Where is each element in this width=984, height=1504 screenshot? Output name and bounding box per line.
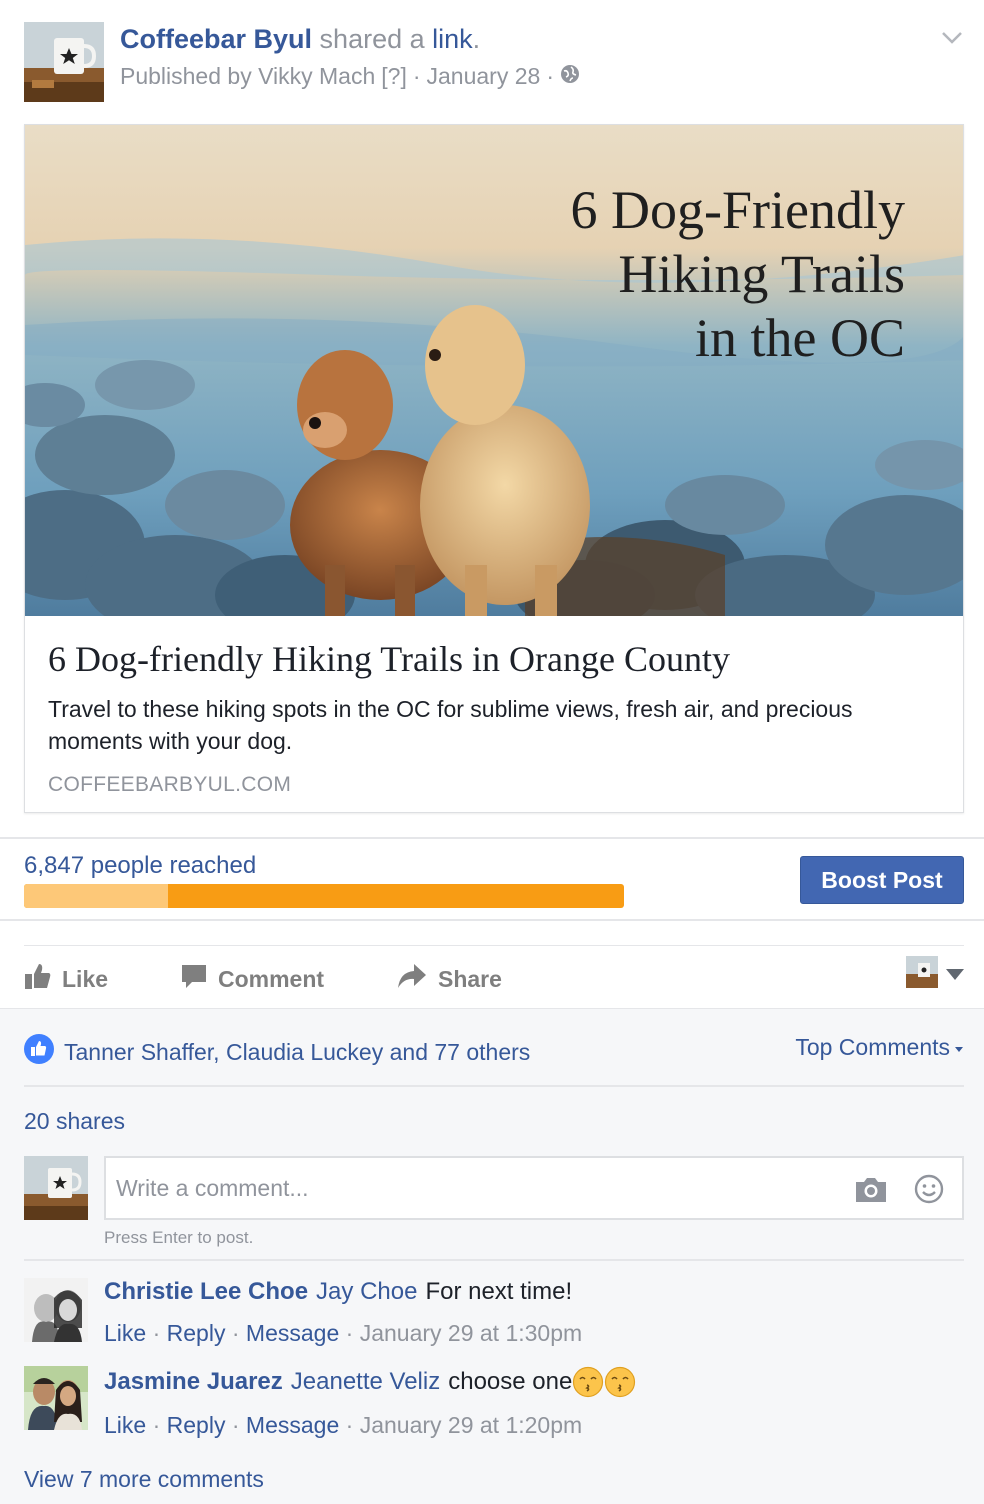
divider <box>0 919 984 921</box>
link-preview-card[interactable]: 6 Dog-Friendly Hiking Trails in the OC 6… <box>24 124 964 813</box>
caret-down-icon[interactable] <box>946 968 964 980</box>
share-label: Share <box>438 965 502 992</box>
comment-tagged-user[interactable]: Jay Choe <box>316 1278 417 1306</box>
meta-dot: · <box>412 63 421 89</box>
comment-author[interactable]: Christie Lee Choe <box>104 1278 308 1306</box>
comment-like-link[interactable]: Like <box>104 1412 146 1438</box>
chevron-down-icon[interactable] <box>940 30 964 46</box>
posting-as-avatar[interactable] <box>906 956 938 988</box>
divider <box>0 837 984 839</box>
shares-count-link[interactable]: 20 shares <box>24 1108 125 1135</box>
like-button[interactable]: Like <box>24 962 108 996</box>
comment-button[interactable]: Comment <box>180 962 324 996</box>
link-preview-image[interactable]: 6 Dog-Friendly Hiking Trails in the OC <box>25 125 963 616</box>
likers-text: Tanner Shaffer, Claudia Luckey and 77 ot… <box>64 1038 531 1065</box>
page-avatar[interactable] <box>24 22 104 102</box>
reactions-summary[interactable]: Tanner Shaffer, Claudia Luckey and 77 ot… <box>24 1034 530 1070</box>
published-by: Published by Vikky Mach <box>120 63 376 89</box>
press-enter-hint: Press Enter to post. <box>104 1228 254 1247</box>
link-preview-body: 6 Dog-friendly Hiking Trails in Orange C… <box>48 633 938 797</box>
post-actions: Like Comment Share <box>24 948 964 1008</box>
image-title-line-3: in the OC <box>695 308 905 368</box>
divider <box>24 1259 964 1261</box>
commenter-avatar[interactable] <box>24 1366 88 1430</box>
post-headline: Coffeebar Byul shared a link. <box>120 24 580 55</box>
top-comments-label: Top Comments <box>795 1034 950 1060</box>
link-description: Travel to these hiking spots in the OC f… <box>48 696 853 754</box>
comment-tagged-user[interactable]: Jeanette Veliz <box>291 1368 440 1396</box>
comment-line: Christie Lee Choe Jay Choe For next time… <box>104 1278 582 1306</box>
comment-message-link[interactable]: Message <box>246 1320 339 1346</box>
emoji-smiley-icon[interactable] <box>914 1174 944 1204</box>
comment-author[interactable]: Jasmine Juarez <box>104 1368 283 1396</box>
comment-like-link[interactable]: Like <box>104 1320 146 1346</box>
comment-text: For next time! <box>425 1278 573 1305</box>
post-action-end: . <box>472 24 481 54</box>
post-header-text: Coffeebar Byul shared a link. Published … <box>120 24 580 90</box>
comment-label: Comment <box>218 965 325 992</box>
comment-meta: Like · Reply · Message · January 29 at 1… <box>104 1412 583 1438</box>
comment-input[interactable] <box>116 1168 836 1208</box>
like-badge-icon <box>24 1034 54 1070</box>
comment-line: Jasmine Juarez Jeanette Veliz choose one <box>104 1366 636 1398</box>
page-name-link[interactable]: Coffeebar Byul <box>120 24 312 54</box>
shared-link[interactable]: link <box>432 24 473 54</box>
comment-bubble-icon <box>180 962 208 996</box>
comment-message-link[interactable]: Message <box>246 1412 339 1438</box>
meta-dot: · <box>546 63 554 89</box>
thumbs-up-icon <box>24 962 52 996</box>
reach-progress-bar <box>24 884 624 908</box>
current-user-avatar[interactable] <box>24 1156 88 1220</box>
image-title-line-1: 6 Dog-Friendly <box>571 180 905 240</box>
comment-time[interactable]: January 29 at 1:30pm <box>360 1320 582 1346</box>
kissing-face-emoji-icon <box>572 1366 604 1398</box>
comment-body: Jasmine Juarez Jeanette Veliz choose one… <box>104 1366 636 1439</box>
post-header: Coffeebar Byul shared a link. Published … <box>24 22 962 102</box>
post-meta: Published by Vikky Mach [?] · January 28… <box>120 63 580 90</box>
comment-reply-link[interactable]: Reply <box>167 1320 226 1346</box>
like-label: Like <box>62 965 109 992</box>
post-date[interactable]: January 28 <box>427 63 541 90</box>
link-domain: COFFEEBARBYUL.COM <box>48 773 292 796</box>
post-action-text: shared a <box>312 24 433 54</box>
image-title-line-2: Hiking Trails <box>618 244 905 304</box>
camera-icon[interactable] <box>854 1176 888 1204</box>
divider <box>24 945 964 946</box>
comment-text: choose one <box>448 1368 573 1395</box>
help-marker[interactable]: [?] <box>381 63 407 90</box>
share-arrow-icon <box>396 962 428 996</box>
divider <box>24 1085 964 1087</box>
caret-down-icon <box>954 1034 964 1061</box>
comment-meta: Like · Reply · Message · January 29 at 1… <box>104 1320 583 1346</box>
people-reached-link[interactable]: 6,847 people reached <box>24 852 256 880</box>
comment-reply-link[interactable]: Reply <box>167 1412 226 1438</box>
view-more-comments-link[interactable]: View 7 more comments <box>24 1466 264 1493</box>
globe-icon[interactable] <box>560 63 580 90</box>
top-comments-dropdown[interactable]: Top Comments <box>795 1034 964 1061</box>
comment-input-box[interactable] <box>104 1156 964 1220</box>
share-button[interactable]: Share <box>396 962 502 996</box>
link-title[interactable]: 6 Dog-friendly Hiking Trails in Orange C… <box>48 633 938 685</box>
commenter-avatar[interactable] <box>24 1278 88 1342</box>
boost-post-button[interactable]: Boost Post <box>800 856 964 904</box>
comment-time[interactable]: January 29 at 1:20pm <box>360 1412 582 1438</box>
kissing-face-emoji-icon <box>604 1366 636 1398</box>
comment-body: Christie Lee Choe Jay Choe For next time… <box>104 1278 582 1347</box>
reach-organic-fill <box>24 884 168 908</box>
